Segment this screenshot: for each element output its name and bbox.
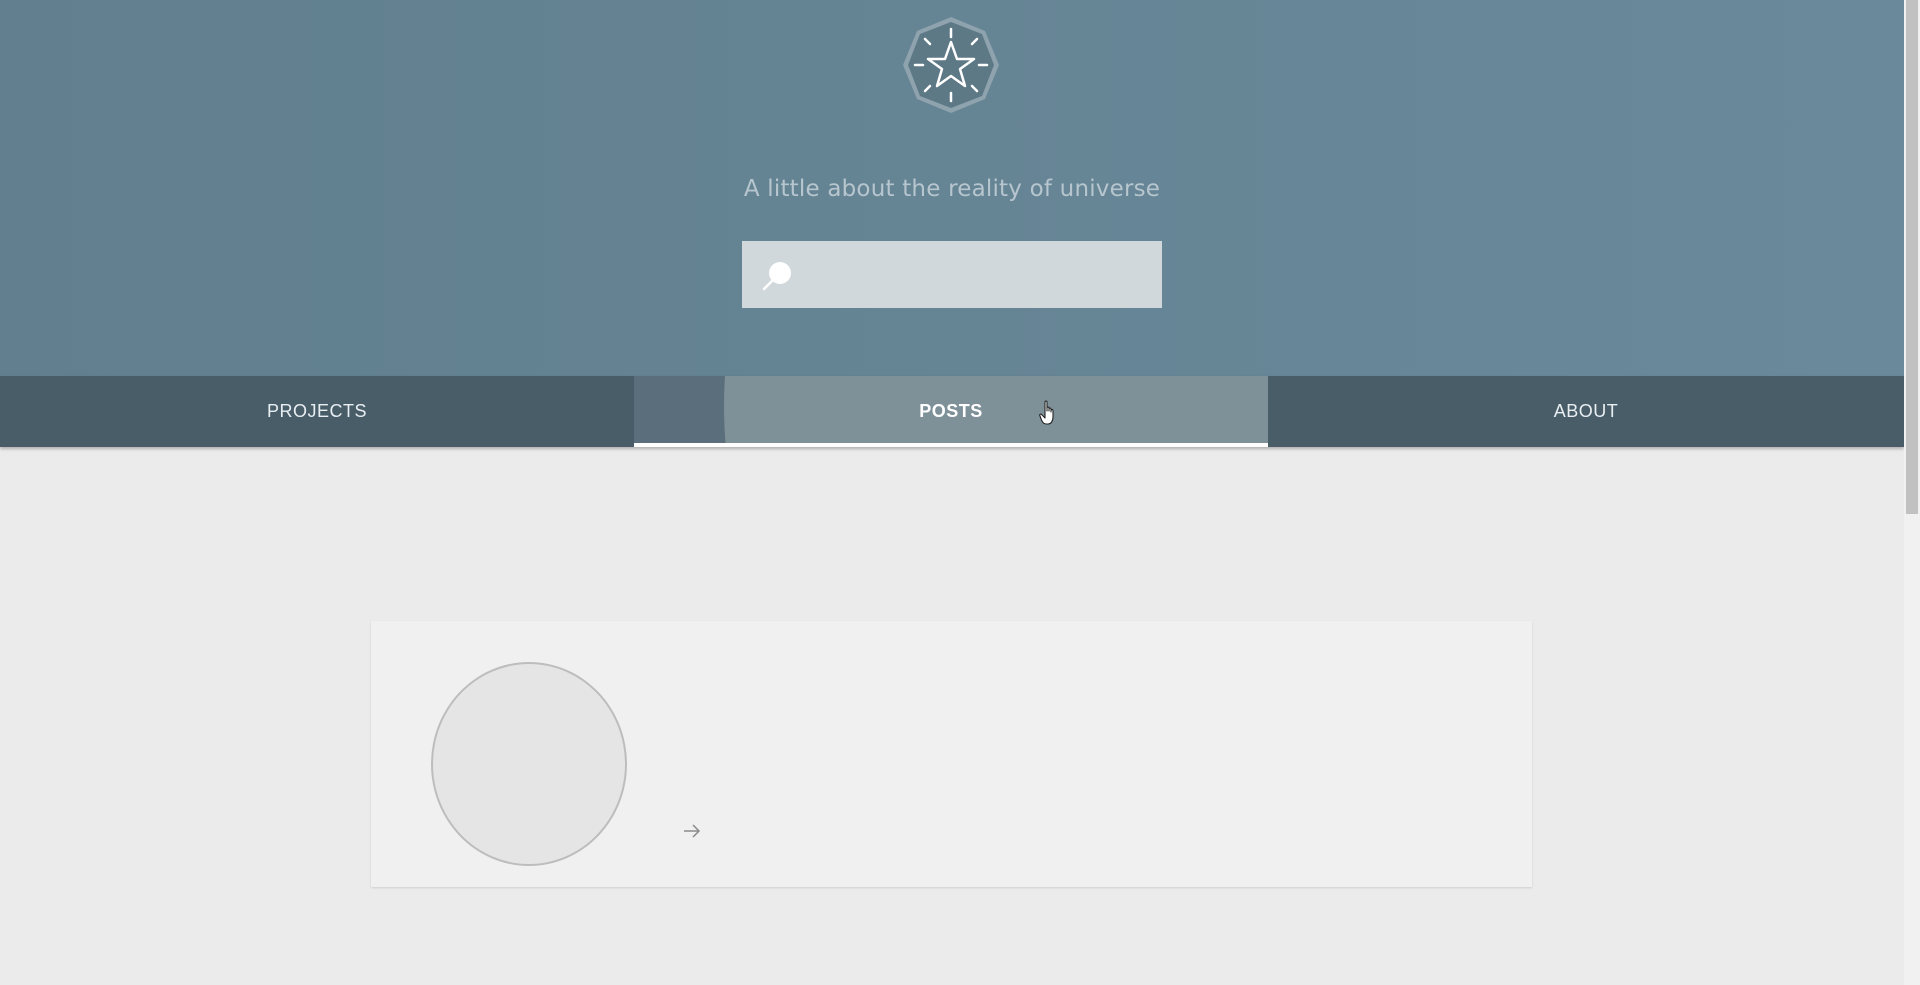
arrow-right-icon[interactable]	[682, 823, 702, 839]
tab-projects[interactable]: PROJECTS	[0, 376, 634, 447]
tab-posts[interactable]: POSTS	[634, 376, 1268, 447]
header: A little about the reality of universe	[0, 0, 1904, 376]
search-input[interactable]	[812, 241, 1146, 310]
avatar	[431, 662, 627, 866]
tab-about[interactable]: ABOUT	[1268, 376, 1904, 447]
active-tab-indicator	[634, 443, 1268, 447]
search-box[interactable]	[742, 241, 1162, 310]
tab-posts-label: POSTS	[919, 401, 983, 421]
tab-ripple	[724, 376, 1268, 447]
tab-projects-label: PROJECTS	[266, 401, 367, 421]
star-logo-icon[interactable]	[902, 16, 1000, 114]
post-card[interactable]	[371, 621, 1532, 887]
tagline: A little about the reality of universe	[743, 176, 1161, 202]
search-icon	[762, 262, 791, 291]
scrollbar-thumb[interactable]	[1906, 0, 1918, 514]
hand-cursor-icon	[1039, 400, 1054, 425]
tab-bar: PROJECTS POSTS ABOUT	[0, 376, 1904, 447]
tab-about-label: ABOUT	[1553, 401, 1619, 421]
scrollbar[interactable]	[1904, 0, 1920, 985]
